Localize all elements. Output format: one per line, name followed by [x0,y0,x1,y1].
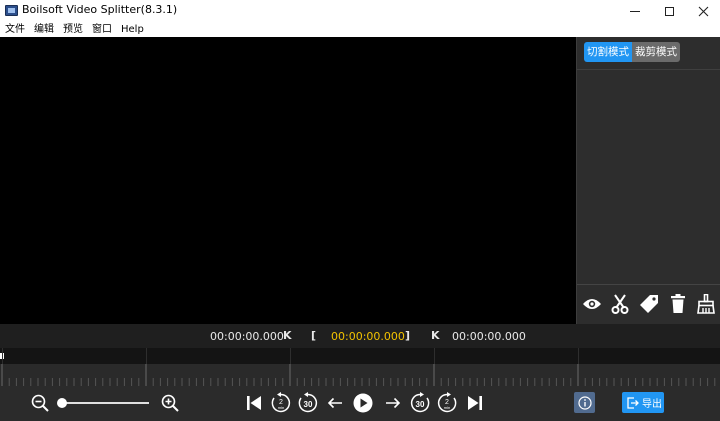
timeline[interactable] [0,348,720,386]
skip-to-start-button[interactable] [244,393,264,413]
eye-icon [583,299,601,309]
app-icon [5,5,18,16]
video-preview[interactable] [0,37,576,324]
close-icon [698,6,708,16]
mode-tabs: 切割模式 裁剪模式 [584,42,680,62]
zoom-in-icon [161,394,179,412]
svg-text:30: 30 [304,400,313,409]
menu-file[interactable]: 文件 [5,22,25,37]
track-grid-line [434,348,435,364]
rewind-2min-icon: 2 min [271,392,291,413]
side-panel: 切割模式 裁剪模式 [576,37,720,324]
svg-text:min: min [444,405,450,410]
forward-2min-icon: 2 min [437,392,457,413]
scissors-icon [611,294,629,314]
tag-segment-button[interactable] [636,291,662,317]
set-start-button[interactable]: K [283,329,292,342]
rewind-2min-button[interactable]: 2 min [270,392,292,414]
maximize-button[interactable] [652,0,686,22]
svg-text:30: 30 [416,400,425,409]
zoom-slider-thumb[interactable] [57,398,67,408]
info-icon [577,395,592,410]
bracket-close: ] [405,329,411,342]
export-icon [627,396,639,409]
split-segment-button[interactable] [607,291,633,317]
export-label: 导出 [642,399,662,410]
maximize-icon [664,6,674,16]
set-end-button[interactable]: K [431,329,440,342]
window-title: Boilsoft Video Splitter(8.3.1) [22,3,178,16]
step-forward-button[interactable] [384,394,402,412]
trash-icon [671,294,685,313]
menu-edit[interactable]: 编辑 [34,22,54,37]
menu-preview[interactable]: 预览 [63,22,83,37]
play-icon [353,393,373,413]
zoom-in-button[interactable] [160,393,180,413]
rewind-30s-button[interactable]: 30 [297,392,319,414]
menu-bar: 文件 编辑 预览 窗口 Help [0,22,720,37]
bracket-open: [ [311,329,317,342]
rewind-30s-icon: 30 [298,392,318,413]
track-grid-line [290,348,291,364]
menu-window[interactable]: 窗口 [92,22,112,37]
title-bar: Boilsoft Video Splitter(8.3.1) [0,0,720,22]
forward-2min-button[interactable]: 2 min [436,392,458,414]
close-button[interactable] [686,0,720,22]
tab-split-mode[interactable]: 切割模式 [584,42,632,62]
timeline-ruler[interactable] [0,364,720,386]
skip-to-end-icon [468,396,482,410]
minimize-icon [630,10,640,12]
selection-time: 00:00:00.000 [331,330,405,343]
forward-30s-icon: 30 [410,392,430,413]
tools-divider [577,284,720,285]
clear-segments-button[interactable] [693,291,719,317]
skip-to-start-icon [247,396,261,410]
tag-icon [640,295,658,313]
forward-30s-button[interactable]: 30 [409,392,431,414]
end-time: 00:00:00.000 [452,330,526,343]
broom-icon [697,294,715,314]
track-grid-line [146,348,147,364]
skip-to-end-button[interactable] [465,393,485,413]
info-button[interactable] [574,392,595,413]
track-grid-line [578,348,579,364]
timeline-track[interactable] [0,348,720,364]
play-button[interactable] [353,393,373,413]
step-forward-icon [386,397,401,409]
tab-trim-mode[interactable]: 裁剪模式 [632,42,680,62]
step-back-icon [327,397,342,409]
segment-toolbar [577,291,720,319]
step-back-button[interactable] [326,394,344,412]
zoom-out-icon [31,394,49,412]
svg-text:min: min [278,405,284,410]
delete-segment-button[interactable] [665,291,691,317]
zoom-out-button[interactable] [30,393,50,413]
current-time: 00:00:00.000 [210,330,284,343]
zoom-slider-track[interactable] [60,402,149,404]
time-bar: 00:00:00.000 K [ 00:00:00.000 ] K 00:00:… [0,324,720,348]
track-grid-line [2,348,3,364]
preview-segment-button[interactable] [579,291,605,317]
export-button[interactable]: 导出 [622,392,664,413]
side-divider [577,69,720,70]
minimize-button[interactable] [618,0,652,22]
menu-help[interactable]: Help [121,22,144,37]
control-bar: 2 min 30 30 2 min 导出 [0,386,720,421]
